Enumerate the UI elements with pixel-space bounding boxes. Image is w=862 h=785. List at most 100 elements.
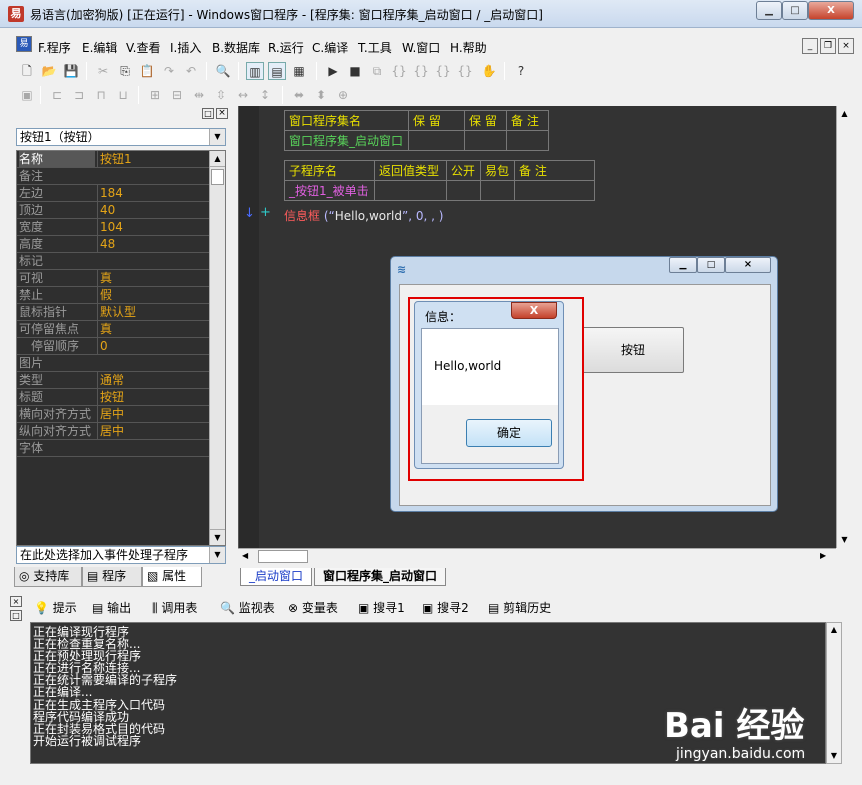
assembly-name-cell[interactable]: 窗口程序集_启动窗口: [284, 130, 409, 151]
property-value[interactable]: 居中: [97, 406, 209, 422]
menu-window[interactable]: W.窗口: [402, 39, 440, 56]
sub-cell[interactable]: [480, 180, 515, 201]
property-row[interactable]: 名称 按钮1: [17, 151, 209, 168]
tab-search1[interactable]: ▣ 搜寻1: [358, 598, 405, 618]
help-search-icon[interactable]: ?: [512, 62, 530, 80]
menu-tools[interactable]: T.工具: [358, 39, 392, 56]
tab-properties[interactable]: ▧ 属性: [142, 567, 202, 587]
expand-plus-icon[interactable]: +: [260, 205, 271, 220]
property-value[interactable]: 居中: [97, 423, 209, 439]
property-value[interactable]: 40: [97, 202, 209, 218]
property-row[interactable]: 横向对齐方式 居中: [17, 406, 209, 423]
mdi-restore-button[interactable]: ❐: [820, 38, 836, 54]
redo-icon[interactable]: ↷: [160, 62, 178, 80]
paste-icon[interactable]: 📋: [138, 62, 156, 80]
chevron-down-icon[interactable]: ▼: [209, 129, 225, 145]
menu-help[interactable]: H.帮助: [450, 39, 487, 56]
minimize-button[interactable]: ▁: [756, 1, 782, 20]
cut-icon[interactable]: ✂: [94, 62, 112, 80]
menu-edit[interactable]: E.编辑: [82, 39, 117, 56]
step-over-icon[interactable]: {}: [412, 62, 430, 80]
layout-top-icon[interactable]: ▤: [268, 62, 286, 80]
align-bottom-icon[interactable]: ⊔: [114, 86, 132, 104]
size-v-icon[interactable]: ⬍: [312, 86, 330, 104]
property-value[interactable]: 通常: [97, 372, 209, 388]
menu-database[interactable]: B.数据库: [212, 39, 260, 56]
chevron-down-icon[interactable]: ▼: [209, 547, 225, 563]
run-icon[interactable]: ▶: [324, 62, 342, 80]
sub-name-cell[interactable]: _按钮1_被单击: [284, 180, 375, 201]
program-button[interactable]: 按钮: [582, 327, 684, 373]
layout-left-icon[interactable]: ▥: [246, 62, 264, 80]
close-button[interactable]: ×: [725, 257, 771, 273]
message-box-close-button[interactable]: X: [511, 302, 557, 319]
step-icon[interactable]: ⧉: [368, 62, 386, 80]
menu-insert[interactable]: I.插入: [170, 39, 201, 56]
same-size-icon[interactable]: ⬌: [290, 86, 308, 104]
menu-view[interactable]: V.查看: [126, 39, 160, 56]
event-combo[interactable]: 在此处选择加入事件处理子程序 ▼: [16, 546, 226, 564]
property-row[interactable]: 禁止 假: [17, 287, 209, 304]
property-value[interactable]: 真: [97, 321, 209, 337]
property-value[interactable]: 184: [97, 185, 209, 201]
new-file-icon[interactable]: 🗋: [18, 62, 36, 80]
tab-assembly[interactable]: 窗口程序集_启动窗口: [314, 568, 447, 586]
sub-cell[interactable]: [374, 180, 447, 201]
property-row[interactable]: 鼠标指针 默认型: [17, 304, 209, 321]
copy-icon[interactable]: ⎘: [116, 62, 134, 80]
space-v-icon[interactable]: ⇳: [212, 86, 230, 104]
tab-watch[interactable]: 🔍 监视表: [220, 598, 275, 618]
property-row[interactable]: 图片: [17, 355, 209, 372]
property-row[interactable]: 备注: [17, 168, 209, 185]
step-into-icon[interactable]: {}: [390, 62, 408, 80]
close-button[interactable]: X: [808, 1, 854, 20]
tab-start-window[interactable]: _启动窗口: [240, 568, 313, 586]
tab-search2[interactable]: ▣ 搜寻2: [422, 598, 469, 618]
maximize-button[interactable]: □: [697, 257, 725, 273]
property-value[interactable]: 按钮1: [97, 151, 209, 167]
component-combo[interactable]: 按钮1（按钮） ▼: [16, 128, 226, 146]
panel-close-icon[interactable]: ×: [216, 108, 228, 119]
app-menu-icon[interactable]: 易: [16, 36, 32, 52]
maximize-button[interactable]: □: [782, 1, 808, 20]
hand-icon[interactable]: ✋: [480, 62, 498, 80]
property-value[interactable]: 48: [97, 236, 209, 252]
fit-icon[interactable]: ⊕: [334, 86, 352, 104]
menu-run[interactable]: R.运行: [268, 39, 304, 56]
step-out-icon[interactable]: {}: [434, 62, 452, 80]
stop-icon[interactable]: ■: [346, 62, 364, 80]
space-h-icon[interactable]: ⇹: [190, 86, 208, 104]
tab-output[interactable]: ▤ 输出: [92, 598, 131, 618]
property-value[interactable]: 按钮: [97, 389, 209, 405]
property-row[interactable]: 高度 48: [17, 236, 209, 253]
tab-program[interactable]: ▤ 程序: [82, 567, 142, 587]
align-icon[interactable]: ▣: [18, 86, 36, 104]
find-icon[interactable]: 🔍: [214, 62, 232, 80]
property-row[interactable]: 宽度 104: [17, 219, 209, 236]
panel-pin-icon[interactable]: □: [202, 108, 214, 119]
ok-button[interactable]: 确定: [466, 419, 552, 447]
open-folder-icon[interactable]: 📂: [40, 62, 58, 80]
property-row[interactable]: 纵向对齐方式 居中: [17, 423, 209, 440]
assembly-cell[interactable]: [464, 130, 507, 151]
tab-clip-history[interactable]: ▤ 剪辑历史: [488, 598, 551, 618]
menu-compile[interactable]: C.编译: [312, 39, 348, 56]
tab-variables[interactable]: ⊗ 变量表: [288, 598, 338, 618]
code-line[interactable]: 信息框 (“Hello,world”, 0, , ): [284, 207, 443, 224]
property-row[interactable]: 左边 184: [17, 185, 209, 202]
property-row[interactable]: 字体: [17, 440, 209, 457]
property-value[interactable]: 0: [97, 338, 209, 354]
same-width-icon[interactable]: ↔: [234, 86, 252, 104]
property-row[interactable]: 类型 通常: [17, 372, 209, 389]
align-center-icon[interactable]: ⊐: [70, 86, 88, 104]
center-h-icon[interactable]: ⊞: [146, 86, 164, 104]
property-row[interactable]: 可视 真: [17, 270, 209, 287]
property-value[interactable]: 默认型: [97, 304, 209, 320]
center-v-icon[interactable]: ⊟: [168, 86, 186, 104]
tab-call-stack[interactable]: ⫼ 调用表: [152, 598, 197, 618]
assembly-cell[interactable]: [408, 130, 465, 151]
undo-icon[interactable]: ↶: [182, 62, 200, 80]
same-height-icon[interactable]: ↕: [256, 86, 274, 104]
align-left-icon[interactable]: ⊏: [48, 86, 66, 104]
assembly-cell[interactable]: [506, 130, 549, 151]
